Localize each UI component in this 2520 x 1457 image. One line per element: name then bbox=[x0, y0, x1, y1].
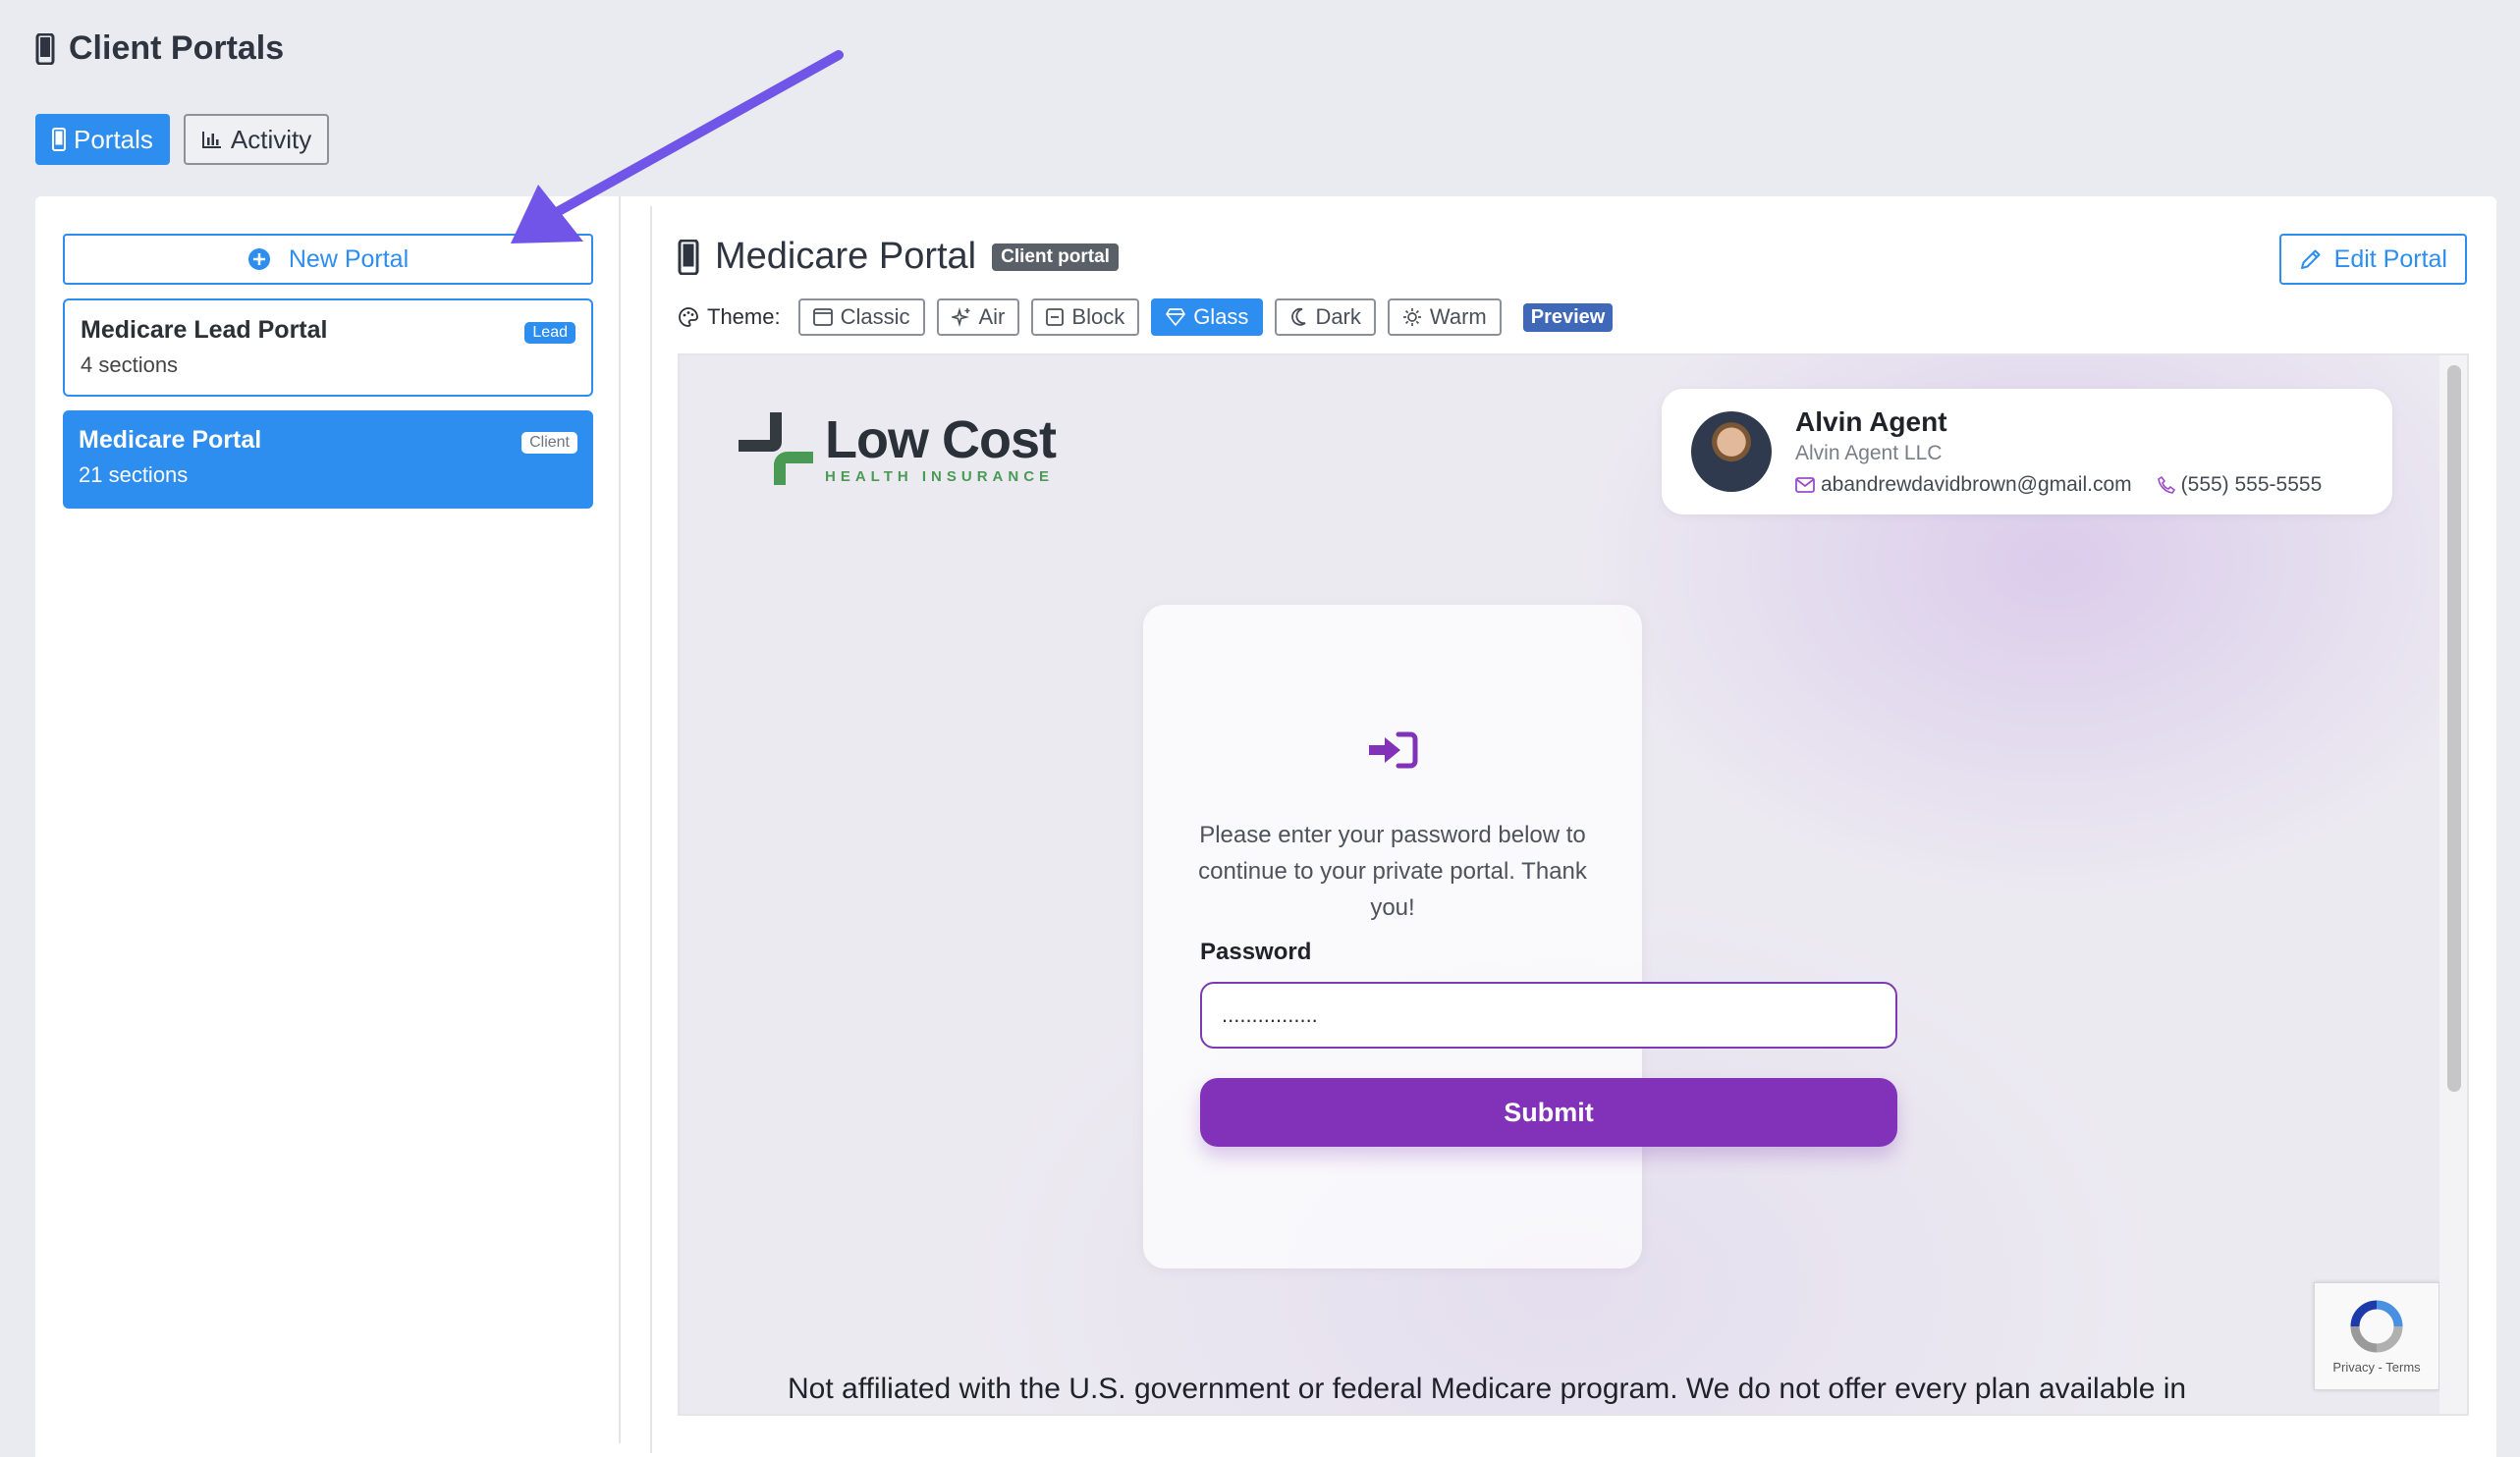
portal-type-badge: Lead bbox=[524, 322, 575, 344]
portal-section-count: 21 sections bbox=[79, 462, 189, 487]
recaptcha-badge[interactable]: Privacy - Terms bbox=[2314, 1282, 2439, 1390]
theme-classic-button[interactable]: Classic bbox=[797, 298, 925, 336]
tab-portals[interactable]: Portals bbox=[35, 114, 170, 165]
portal-name: Medicare Portal bbox=[79, 426, 262, 454]
edit-portal-label: Edit Portal bbox=[2333, 244, 2447, 273]
window-icon bbox=[812, 308, 833, 326]
phone-icon bbox=[678, 239, 699, 275]
theme-dark-button[interactable]: Dark bbox=[1275, 298, 1376, 336]
phone-handset-icon bbox=[2157, 476, 2175, 494]
main-panel: New Portal Medicare Lead Portal 4 sectio… bbox=[35, 196, 2496, 1457]
palette-icon bbox=[679, 307, 698, 327]
envelope-icon bbox=[1795, 477, 1815, 493]
tab-activity[interactable]: Activity bbox=[183, 114, 330, 165]
sign-in-icon bbox=[1367, 730, 1418, 775]
divider bbox=[650, 206, 652, 1453]
preview-badge: Preview bbox=[1522, 302, 1614, 332]
theme-block-button[interactable]: Block bbox=[1031, 298, 1140, 336]
logo-sub-text: HEALTH INSURANCE bbox=[825, 468, 1055, 485]
preview-scrollbar[interactable] bbox=[2439, 355, 2467, 1414]
disclaimer-text: Not affiliated with the U.S. government … bbox=[788, 1373, 2187, 1405]
page-title-text: Client Portals bbox=[69, 29, 285, 67]
theme-warm-label: Warm bbox=[1429, 304, 1487, 329]
theme-block-label: Block bbox=[1071, 304, 1125, 329]
sun-icon bbox=[1402, 308, 1421, 326]
scrollbar-thumb[interactable] bbox=[2447, 365, 2461, 1092]
sparkle-icon bbox=[951, 307, 969, 327]
client-portal-badge: Client portal bbox=[992, 243, 1119, 271]
portal-detail-title: Medicare Portal Client portal bbox=[678, 236, 1119, 278]
agent-phone-text: (555) 555-5555 bbox=[2180, 473, 2323, 496]
portal-type-badge: Client bbox=[521, 432, 577, 454]
pencil-icon bbox=[2300, 249, 2321, 269]
theme-classic-label: Classic bbox=[840, 304, 910, 329]
tab-bar: Portals Activity bbox=[35, 114, 330, 165]
tab-activity-label: Activity bbox=[230, 124, 312, 154]
login-message: Please enter your password below to cont… bbox=[1198, 822, 1587, 921]
page-title: Client Portals bbox=[35, 29, 284, 68]
portal-name: Medicare Lead Portal bbox=[81, 316, 328, 344]
edit-portal-button[interactable]: Edit Portal bbox=[2278, 234, 2467, 285]
block-icon bbox=[1046, 308, 1065, 326]
agent-name: Alvin Agent bbox=[1795, 406, 1947, 437]
new-portal-label: New Portal bbox=[288, 244, 410, 273]
moon-icon bbox=[1291, 307, 1306, 326]
agent-email-text: abandrewdavidbrown@gmail.com bbox=[1821, 473, 2132, 496]
portal-list-item[interactable]: Medicare Lead Portal 4 sections Lead bbox=[63, 298, 593, 397]
recaptcha-icon bbox=[2350, 1300, 2403, 1352]
diamond-icon bbox=[1166, 308, 1186, 326]
bar-chart-icon bbox=[201, 132, 221, 148]
theme-glass-button[interactable]: Glass bbox=[1151, 298, 1264, 336]
theme-dark-label: Dark bbox=[1315, 304, 1361, 329]
theme-selector: Theme: Classic Air Block Glass Dark Warm… bbox=[678, 298, 1614, 336]
portal-preview: Low Cost HEALTH INSURANCE Alvin Agent Al… bbox=[678, 353, 2469, 1416]
login-card: Please enter your password below to cont… bbox=[1143, 605, 1897, 1268]
submit-button[interactable]: Submit bbox=[1200, 1078, 1897, 1147]
agent-company: Alvin Agent LLC bbox=[1795, 442, 1943, 464]
recaptcha-links[interactable]: Privacy - Terms bbox=[2332, 1360, 2420, 1375]
theme-label: Theme: bbox=[678, 304, 781, 330]
portal-sidebar: New Portal Medicare Lead Portal 4 sectio… bbox=[35, 196, 621, 1443]
tab-portals-label: Portals bbox=[74, 124, 153, 154]
phone-icon bbox=[35, 32, 55, 65]
theme-warm-button[interactable]: Warm bbox=[1387, 298, 1502, 336]
portal-title-text: Medicare Portal bbox=[715, 236, 977, 277]
cross-logo-icon bbox=[739, 412, 813, 485]
phone-icon bbox=[52, 128, 66, 151]
company-logo: Low Cost HEALTH INSURANCE bbox=[739, 410, 1057, 485]
password-label: Password bbox=[1200, 939, 1312, 965]
plus-circle-icon bbox=[247, 248, 270, 270]
agent-card: Alvin Agent Alvin Agent LLC abandrewdavi… bbox=[1662, 389, 2392, 514]
theme-glass-label: Glass bbox=[1193, 304, 1249, 329]
new-portal-button[interactable]: New Portal bbox=[63, 234, 593, 285]
agent-email[interactable]: abandrewdavidbrown@gmail.com bbox=[1795, 473, 2132, 497]
theme-air-label: Air bbox=[978, 304, 1006, 329]
password-field[interactable] bbox=[1200, 982, 1897, 1049]
agent-phone[interactable]: (555) 555-5555 bbox=[2157, 473, 2323, 497]
portal-section-count: 4 sections bbox=[81, 352, 179, 377]
theme-air-button[interactable]: Air bbox=[936, 298, 1020, 336]
portal-list-item-selected[interactable]: Medicare Portal 21 sections Client bbox=[63, 410, 593, 509]
theme-label-text: Theme: bbox=[707, 304, 781, 329]
logo-main-text: Low Cost bbox=[825, 410, 1057, 469]
avatar bbox=[1691, 411, 1772, 492]
